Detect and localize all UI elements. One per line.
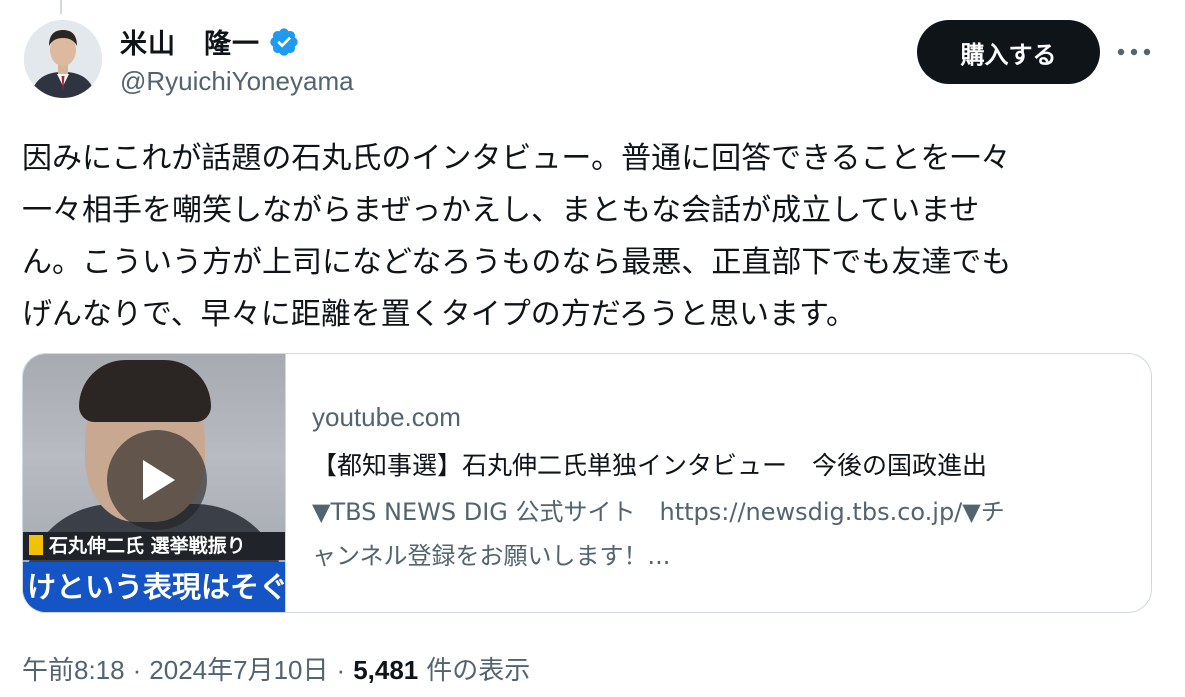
author-name-row: 米山 隆一 — [120, 22, 300, 61]
link-card-title: 【都知事選】石丸伸二氏単独インタビュー 今後の国政進出 — [312, 451, 988, 480]
thread-connector-line — [60, 0, 62, 14]
views-count: 5,481 — [353, 655, 419, 685]
buy-button[interactable]: 購入する — [917, 20, 1100, 84]
more-options-icon[interactable] — [1116, 38, 1152, 66]
tweet-text: 因みにこれが話題の石丸氏のインタビュー。普通に回答できることを一々 一々相手を嘲… — [22, 133, 1152, 341]
meta-separator: · — [132, 655, 142, 685]
tweet-text-line: 因みにこれが話題の石丸氏のインタビュー。普通に回答できることを一々 — [22, 141, 1011, 176]
views-label: 件の表示 — [426, 655, 531, 685]
link-card-text: youtube.com 【都知事選】石丸伸二氏単独インタビュー 今後の国政進出 … — [286, 354, 1151, 612]
video-thumbnail[interactable]: 石丸伸二氏 選挙戦振り けという表現はそぐわ — [23, 354, 286, 612]
tweet-text-line: げんなりで、早々に距離を置くタイプの方だろうと思います。 — [22, 297, 856, 332]
caption-tag-marker — [29, 535, 43, 555]
link-card-domain: youtube.com — [312, 402, 461, 432]
thumbnail-caption-top: 石丸伸二氏 選挙戦振り — [23, 532, 285, 560]
tweet-meta-row: 午前8:18 · 2024年7月10日 · 5,481 件の表示 — [22, 650, 530, 687]
tweet-text-line: ん。こういう方が上司になどなろうものなら最悪、正直部下でも友達でも — [22, 245, 1012, 280]
meta-separator: · — [336, 655, 346, 685]
link-preview-card[interactable]: 石丸伸二氏 選挙戦振り けという表現はそぐわ youtube.com 【都知事選… — [22, 353, 1152, 613]
verified-badge-icon — [268, 26, 300, 58]
link-card-description-line: ▼TBS NEWS DIG 公式サイト https://newsdig.tbs.… — [312, 498, 1005, 526]
tweet-date[interactable]: 2024年7月10日 — [149, 650, 328, 687]
thumbnail-caption-top-text: 石丸伸二氏 選挙戦振り — [49, 535, 246, 557]
thumbnail-person-hair — [79, 360, 211, 422]
author-display-name[interactable]: 米山 隆一 — [120, 22, 260, 61]
link-card-description: ▼TBS NEWS DIG 公式サイト https://newsdig.tbs.… — [312, 490, 1142, 578]
avatar-portrait-icon — [24, 20, 102, 98]
author-handle[interactable]: @RyuichiYoneyama — [120, 66, 354, 97]
thumbnail-caption-bottom: けという表現はそぐわ — [23, 562, 285, 612]
avatar[interactable] — [24, 20, 102, 98]
link-card-description-line: ャンネル登録をお願いします！... — [312, 542, 671, 570]
play-button[interactable] — [107, 430, 207, 530]
tweet-text-line: 一々相手を嘲笑しながらまぜっかえし、まともな会話が成立していませ — [22, 193, 980, 228]
play-icon — [143, 460, 175, 500]
tweet-time[interactable]: 午前8:18 — [22, 650, 125, 687]
